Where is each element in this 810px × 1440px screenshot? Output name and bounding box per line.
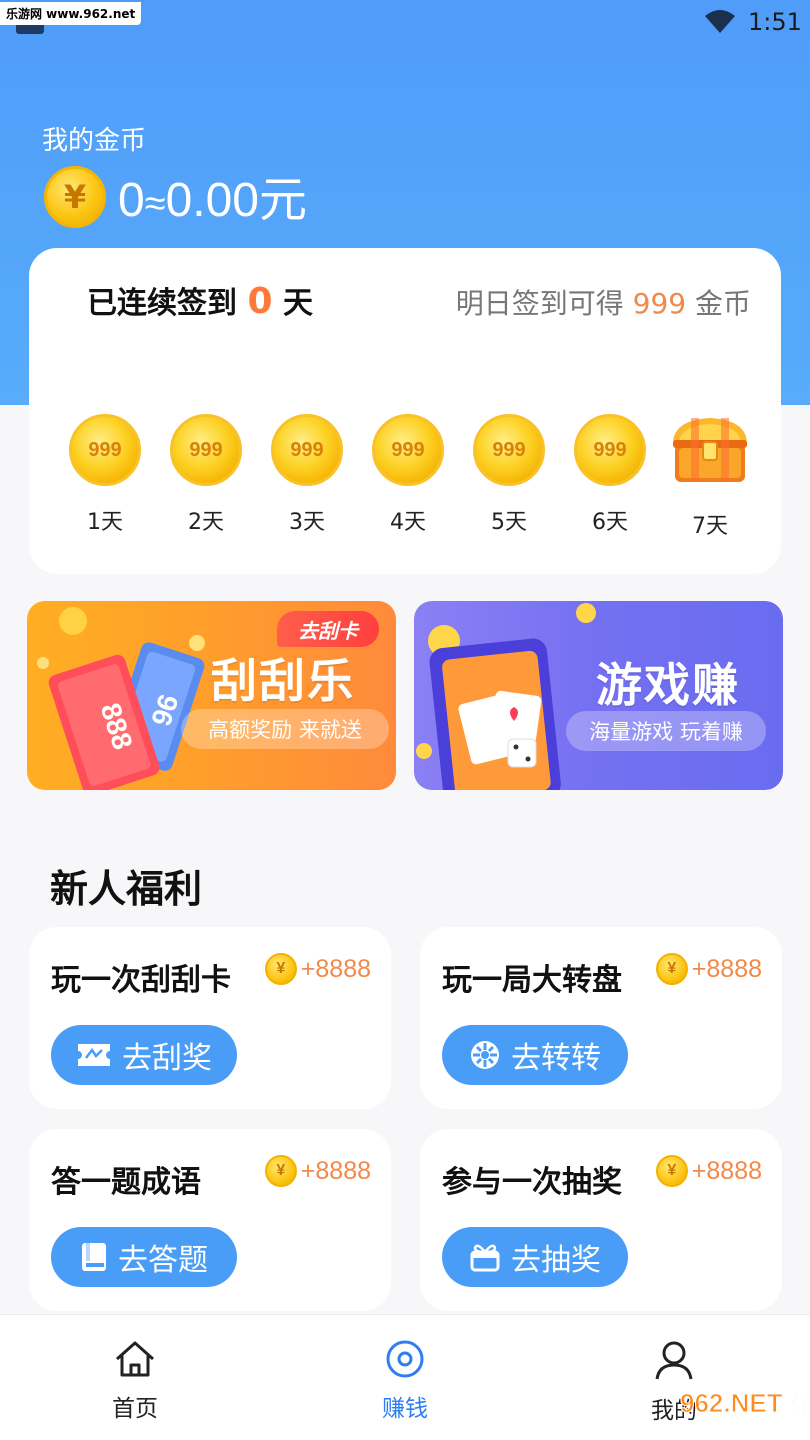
gift-box-icon bbox=[470, 1244, 500, 1272]
task-name: 答一题成语 bbox=[51, 1165, 201, 1200]
target-icon bbox=[386, 1340, 424, 1378]
day-label: 6天 bbox=[592, 510, 628, 535]
streak-suffix: 天 bbox=[282, 286, 313, 321]
streak-days: 0 bbox=[247, 281, 273, 322]
task-button-label: 去抽奖 bbox=[511, 1243, 601, 1278]
signin-streak: 已连续签到 0 天 bbox=[87, 278, 313, 322]
home-icon bbox=[116, 1341, 154, 1377]
task-card: 参与一次抽奖 ¥ +8888 去抽奖 bbox=[420, 1129, 782, 1311]
coin-symbol: ¥ bbox=[63, 178, 87, 216]
coin-icon: ¥ bbox=[264, 1155, 297, 1187]
signin-day[interactable]: 999 5天 bbox=[469, 414, 549, 536]
game-banner-subtitle: 海量游戏 玩着赚 bbox=[566, 711, 766, 751]
coin-icon: ¥ bbox=[44, 166, 106, 228]
signin-day[interactable]: 7天 bbox=[665, 414, 755, 540]
tab-home[interactable]: 首页 bbox=[75, 1339, 195, 1423]
wheel-icon bbox=[471, 1041, 499, 1069]
tab-earn[interactable]: 赚钱 bbox=[345, 1339, 465, 1423]
lottery-task-button[interactable]: 去抽奖 bbox=[442, 1227, 628, 1287]
signin-day[interactable]: 999 1天 bbox=[65, 414, 145, 536]
game-banner-title: 游戏赚 bbox=[596, 658, 740, 712]
wheel-task-button[interactable]: 去转转 bbox=[442, 1025, 628, 1085]
signin-day[interactable]: 999 6天 bbox=[570, 414, 650, 536]
day-coin-icon: 999 bbox=[372, 414, 444, 486]
watermark-text: 962.NET 乐游网 bbox=[680, 1388, 806, 1418]
signin-card: 已连续签到 0 天 明日签到可得 999 金币 999 1天 999 2天 99… bbox=[29, 248, 781, 574]
coin-icon: ¥ bbox=[655, 1155, 688, 1187]
day-label: 3天 bbox=[289, 510, 325, 535]
scratch-card-banner[interactable]: 96 888 去刮卡 刮刮乐 高额奖励 来就送 bbox=[27, 601, 396, 790]
signin-day[interactable]: 999 2天 bbox=[166, 414, 246, 536]
tomorrow-amount: 999 bbox=[632, 287, 687, 320]
user-icon bbox=[655, 1341, 693, 1380]
day-coin-icon: 999 bbox=[69, 414, 141, 486]
day-label: 1天 bbox=[87, 510, 123, 535]
task-reward: ¥ +8888 bbox=[264, 953, 371, 985]
task-name: 参与一次抽奖 bbox=[442, 1165, 622, 1200]
day-coin-icon: 999 bbox=[170, 414, 242, 486]
task-reward: ¥ +8888 bbox=[655, 953, 762, 985]
signin-days: 999 1天 999 2天 999 3天 999 4天 999 5天 999 6… bbox=[65, 414, 755, 544]
task-reward-value: +8888 bbox=[691, 1156, 762, 1185]
status-bar: 乐游网 www.962.net 1:51 bbox=[0, 0, 810, 44]
treasure-chest-icon bbox=[673, 418, 747, 482]
scratch-banner-title: 刮刮乐 bbox=[211, 654, 355, 708]
day-label: 7天 bbox=[692, 514, 728, 539]
tomorrow-reward: 明日签到可得 999 金币 bbox=[456, 282, 751, 322]
task-reward: ¥ +8888 bbox=[655, 1155, 762, 1187]
site-logo-watermark: 962.NET 乐游网 bbox=[680, 1388, 807, 1419]
scratch-banner-subtitle: 高额奖励 来就送 bbox=[181, 709, 389, 749]
task-name: 玩一次刮刮卡 bbox=[51, 963, 231, 998]
day-label: 2天 bbox=[188, 510, 224, 535]
approx-sign: ≈ bbox=[144, 183, 166, 225]
task-card: 玩一次刮刮卡 ¥ +8888 去刮奖 bbox=[29, 927, 391, 1109]
wifi-icon bbox=[705, 10, 735, 33]
task-card: 玩一局大转盘 ¥ +8888 去转转 bbox=[420, 927, 782, 1109]
task-button-label: 去刮奖 bbox=[122, 1041, 212, 1076]
my-coins-title: 我的金币 bbox=[42, 126, 147, 156]
coin-icon: ¥ bbox=[655, 953, 688, 985]
day-coin-icon: 999 bbox=[271, 414, 343, 486]
coin-count: 0 bbox=[118, 174, 145, 227]
status-time: 1:51 bbox=[748, 8, 802, 36]
tab-label: 首页 bbox=[112, 1396, 158, 1422]
task-button-label: 去答题 bbox=[118, 1243, 208, 1278]
streak-prefix: 已连续签到 bbox=[87, 286, 237, 321]
tomorrow-prefix: 明日签到可得 bbox=[455, 287, 624, 320]
task-reward-value: +8888 bbox=[300, 1156, 371, 1185]
coin-balance: 0≈0.00元 bbox=[118, 160, 307, 230]
task-reward: ¥ +8888 bbox=[264, 1155, 371, 1187]
game-cards-icon bbox=[416, 603, 596, 790]
site-watermark: 乐游网 www.962.net bbox=[0, 2, 142, 25]
book-icon bbox=[82, 1243, 106, 1271]
task-reward-value: +8888 bbox=[691, 954, 762, 983]
tab-label: 赚钱 bbox=[382, 1396, 428, 1422]
task-reward-value: +8888 bbox=[300, 954, 371, 983]
scratch-task-button[interactable]: 去刮奖 bbox=[51, 1025, 237, 1085]
day-coin-icon: 999 bbox=[473, 414, 545, 486]
task-name: 玩一局大转盘 bbox=[442, 963, 622, 998]
task-card: 答一题成语 ¥ +8888 去答题 bbox=[29, 1129, 391, 1311]
newcomer-welfare-title: 新人福利 bbox=[50, 867, 203, 911]
signin-day[interactable]: 999 3天 bbox=[267, 414, 347, 536]
day-coin-icon: 999 bbox=[574, 414, 646, 486]
tomorrow-suffix: 金币 bbox=[694, 287, 751, 320]
coin-icon: ¥ bbox=[264, 953, 297, 985]
task-button-label: 去转转 bbox=[511, 1041, 601, 1076]
cash-amount: 0.00元 bbox=[165, 174, 307, 227]
scratch-tag: 去刮卡 bbox=[277, 611, 379, 647]
signin-day[interactable]: 999 4天 bbox=[368, 414, 448, 536]
game-earn-banner[interactable]: 游戏赚 海量游戏 玩着赚 bbox=[414, 601, 783, 790]
lottery-ticket-icon: 96 888 bbox=[37, 607, 205, 790]
idiom-task-button[interactable]: 去答题 bbox=[51, 1227, 237, 1287]
day-label: 5天 bbox=[491, 510, 527, 535]
ticket-icon bbox=[78, 1044, 110, 1066]
day-label: 4天 bbox=[390, 510, 426, 535]
